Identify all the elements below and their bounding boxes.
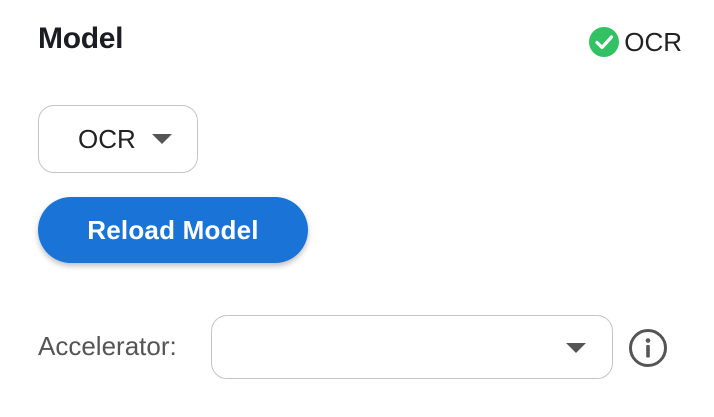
model-select-value: OCR	[78, 123, 136, 154]
accelerator-select[interactable]	[211, 315, 613, 379]
accelerator-label: Accelerator:	[38, 331, 177, 361]
model-status: OCR	[588, 26, 682, 58]
model-select[interactable]: OCR	[38, 105, 198, 173]
info-icon[interactable]	[628, 328, 668, 368]
chevron-down-icon	[151, 134, 172, 144]
section-title: Model	[38, 22, 124, 55]
check-circle-icon	[589, 27, 620, 57]
chevron-down-icon	[566, 343, 586, 353]
reload-model-button[interactable]: Reload Model	[38, 197, 308, 263]
status-label: OCR	[624, 26, 682, 57]
